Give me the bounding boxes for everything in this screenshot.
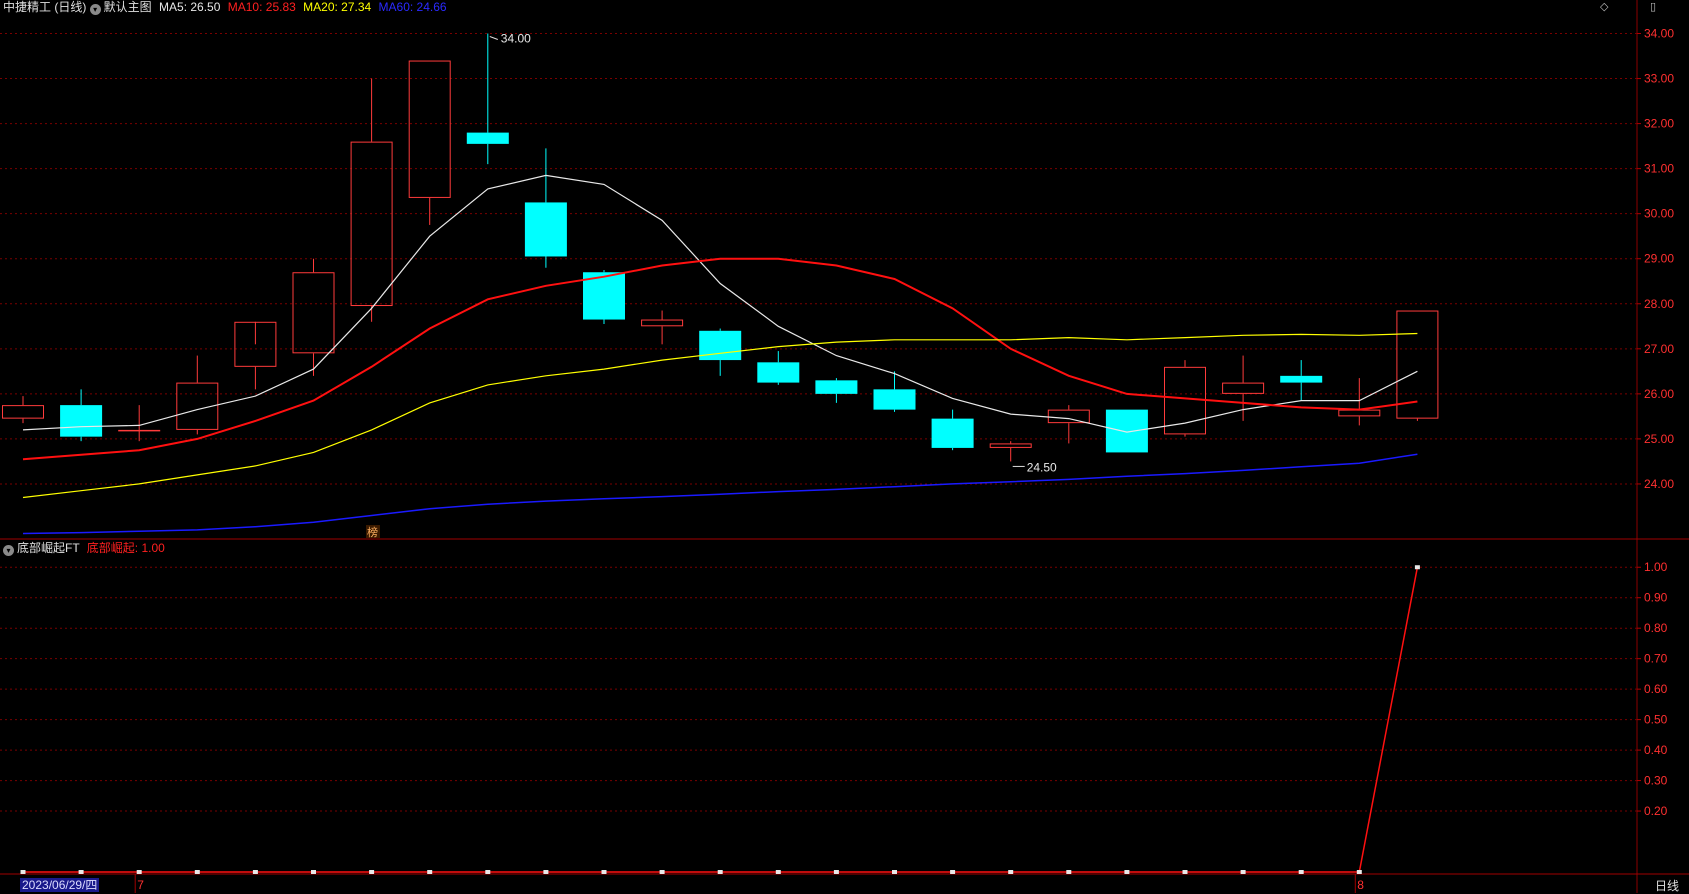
- month-label: 7: [137, 878, 144, 892]
- chevron-down-icon[interactable]: ▾: [3, 545, 14, 556]
- y-tick-label: 32.00: [1644, 117, 1674, 131]
- indicator-point[interactable]: [252, 870, 258, 874]
- y-tick-label: 0.60: [1644, 682, 1668, 696]
- indicator-point[interactable]: [950, 870, 956, 874]
- candle-body[interactable]: [1047, 409, 1090, 424]
- y-tick-label: 25.00: [1644, 432, 1674, 446]
- y-tick-label: 27.00: [1644, 342, 1674, 356]
- indicator-point[interactable]: [1008, 870, 1014, 874]
- y-tick-label: 29.00: [1644, 252, 1674, 266]
- indicator-point[interactable]: [1356, 870, 1362, 874]
- indicator-point[interactable]: [311, 870, 316, 874]
- indicator-point[interactable]: [1124, 870, 1130, 874]
- indicator-point[interactable]: [717, 870, 723, 874]
- ma60-label: MA60: 24.66: [378, 0, 447, 14]
- main-header: 中捷精工 (日线) ▾ 默认主图 MA5: 26.50 MA10: 25.83 M…: [3, 0, 447, 15]
- candle-body[interactable]: [699, 330, 742, 361]
- badge-label: 榜: [367, 525, 378, 539]
- indicator-point[interactable]: [659, 870, 665, 874]
- candle-body[interactable]: [1222, 382, 1265, 394]
- candle-body[interactable]: [757, 362, 800, 383]
- y-tick-label: 0.70: [1644, 652, 1668, 666]
- indicator-point[interactable]: [485, 870, 491, 874]
- candle-body[interactable]: [350, 141, 393, 307]
- date-cursor-label: 2023/06/29/四: [20, 878, 100, 892]
- indicator-name[interactable]: 底部崛起FT: [17, 541, 79, 555]
- y-tick-label: 0.40: [1644, 743, 1668, 757]
- indicator-point[interactable]: [775, 870, 781, 874]
- y-tick-label: 34.00: [1644, 27, 1674, 41]
- y-tick-label: 28.00: [1644, 297, 1674, 311]
- indicator-point[interactable]: [78, 870, 84, 874]
- indicator-point[interactable]: [1182, 870, 1188, 874]
- sub-header: ▾ 底部崛起FT 底部崛起: 1.00: [3, 541, 165, 556]
- ma20-label: MA20: 27.34: [303, 0, 372, 14]
- low-label: 24.50: [1027, 460, 1057, 474]
- candle-body[interactable]: [931, 418, 974, 448]
- candle-body[interactable]: [1105, 409, 1148, 453]
- candle-body[interactable]: [1280, 375, 1323, 383]
- y-tick-label: 24.00: [1644, 477, 1674, 491]
- indicator-value: 底部崛起: 1.00: [86, 541, 165, 555]
- y-tick-label: 30.00: [1644, 207, 1674, 221]
- candle-body[interactable]: [292, 272, 335, 354]
- indicator-point[interactable]: [601, 870, 607, 874]
- ma5-label: MA5: 26.50: [159, 0, 221, 14]
- y-tick-label: 1.00: [1644, 560, 1668, 574]
- y-tick-label: 0.50: [1644, 713, 1668, 727]
- indicator-point[interactable]: [1414, 565, 1420, 570]
- candle-body[interactable]: [2, 405, 44, 419]
- ma10-label: MA10: 25.83: [227, 0, 296, 14]
- indicator-point[interactable]: [427, 870, 433, 874]
- candle-body[interactable]: [408, 60, 451, 198]
- window-icon[interactable]: ▯: [1650, 0, 1656, 13]
- y-tick-label: 0.30: [1644, 774, 1668, 788]
- main-chart-label[interactable]: 默认主图: [104, 0, 152, 14]
- chart-canvas[interactable]: 34.00 33.00 32.00 31.00 30.00 29.00 28.00 27.00…: [0, 0, 1689, 893]
- indicator-point[interactable]: [369, 870, 375, 874]
- candle-body[interactable]: [118, 429, 161, 432]
- indicator-point[interactable]: [1298, 870, 1304, 874]
- candle-body[interactable]: [466, 132, 509, 144]
- candle-body[interactable]: [989, 443, 1032, 448]
- month-label: 8: [1357, 878, 1364, 892]
- y-tick-label: 0.20: [1644, 804, 1668, 818]
- indicator-point[interactable]: [1066, 870, 1072, 874]
- candle-body[interactable]: [524, 202, 567, 257]
- y-tick-label: 33.00: [1644, 72, 1674, 86]
- y-tick-label: 0.80: [1644, 621, 1668, 635]
- high-label: 34.00: [501, 32, 531, 46]
- candle-body[interactable]: [873, 389, 916, 410]
- indicator-point[interactable]: [194, 870, 200, 874]
- y-tick-label: 0.90: [1644, 591, 1668, 605]
- indicator-point[interactable]: [136, 870, 142, 874]
- indicator-point[interactable]: [1240, 870, 1246, 874]
- y-tick-label: 26.00: [1644, 387, 1674, 401]
- candle-body[interactable]: [641, 319, 684, 327]
- candle-body[interactable]: [815, 380, 858, 394]
- candle-body[interactable]: [60, 405, 103, 437]
- diamond-icon[interactable]: ◇: [1600, 0, 1608, 13]
- candle-body[interactable]: [1164, 366, 1206, 435]
- candle-body[interactable]: [1338, 409, 1381, 417]
- high-arrow: [489, 36, 498, 40]
- stock-title: 中捷精工 (日线): [3, 0, 87, 14]
- chevron-down-icon[interactable]: ▾: [89, 4, 101, 15]
- indicator-point[interactable]: [543, 870, 549, 874]
- y-tick-label: 31.00: [1644, 162, 1674, 176]
- ma60-line: [22, 453, 1418, 535]
- period-label[interactable]: 日线: [1655, 877, 1679, 894]
- indicator-point[interactable]: [833, 870, 839, 874]
- indicator-point[interactable]: [892, 870, 897, 874]
- indicator-point[interactable]: [20, 870, 26, 874]
